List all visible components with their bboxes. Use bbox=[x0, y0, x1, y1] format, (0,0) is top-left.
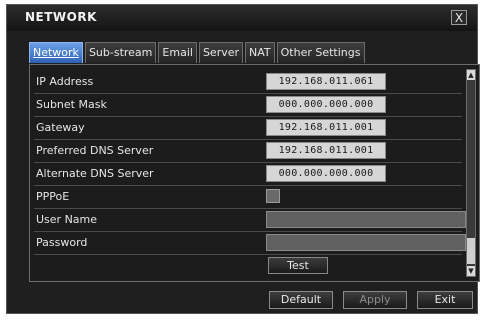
alternate-dns-label: Alternate DNS Server bbox=[36, 167, 154, 180]
tab-network[interactable]: Network bbox=[29, 42, 83, 63]
subnet-mask-row: Subnet Mask 000.000.000.000 bbox=[34, 94, 462, 117]
test-row: Test bbox=[34, 255, 462, 277]
apply-button[interactable]: Apply bbox=[343, 291, 407, 309]
user-name-label: User Name bbox=[36, 213, 98, 226]
window-title: NETWORK bbox=[25, 10, 97, 24]
preferred-dns-row: Preferred DNS Server 192.168.011.001 bbox=[34, 140, 462, 163]
tab-nat[interactable]: NAT bbox=[245, 42, 275, 63]
ip-address-input[interactable]: 192.168.011.061 bbox=[266, 73, 386, 90]
password-row: Password bbox=[34, 232, 466, 255]
tab-email[interactable]: Email bbox=[158, 42, 197, 63]
preferred-dns-label: Preferred DNS Server bbox=[36, 144, 154, 157]
subnet-mask-input[interactable]: 000.000.000.000 bbox=[266, 96, 386, 113]
gateway-label: Gateway bbox=[36, 121, 85, 134]
user-name-input[interactable] bbox=[266, 211, 466, 228]
ip-address-label: IP Address bbox=[36, 75, 94, 88]
tab-sub-stream[interactable]: Sub-stream bbox=[84, 42, 157, 63]
gateway-input[interactable]: 192.168.011.001 bbox=[266, 119, 386, 136]
pppoe-checkbox[interactable] bbox=[266, 189, 280, 203]
ip-address-row: IP Address 192.168.011.061 bbox=[34, 71, 462, 94]
scroll-thumb[interactable] bbox=[467, 238, 475, 264]
alternate-dns-input[interactable]: 000.000.000.000 bbox=[266, 165, 386, 182]
gateway-row: Gateway 192.168.011.001 bbox=[34, 117, 462, 140]
title-bar: NETWORK X bbox=[7, 5, 477, 31]
password-label: Password bbox=[36, 236, 88, 249]
test-button[interactable]: Test bbox=[268, 257, 328, 274]
preferred-dns-input[interactable]: 192.168.011.001 bbox=[266, 142, 386, 159]
tab-other-settings[interactable]: Other Settings bbox=[276, 42, 365, 63]
network-dialog: NETWORK X Network Sub-stream Email Serve… bbox=[6, 4, 480, 314]
exit-button[interactable]: Exit bbox=[417, 291, 473, 309]
tab-bar: Network Sub-stream Email Server NAT Othe… bbox=[29, 42, 367, 64]
scrollbar[interactable]: ▲ ▼ bbox=[466, 69, 476, 277]
scroll-up-icon[interactable]: ▲ bbox=[467, 70, 475, 80]
password-input[interactable] bbox=[266, 234, 466, 251]
pppoe-label: PPPoE bbox=[36, 190, 70, 203]
pppoe-row: PPPoE bbox=[34, 186, 462, 209]
scroll-down-icon[interactable]: ▼ bbox=[467, 266, 475, 276]
tab-server[interactable]: Server bbox=[198, 42, 244, 63]
user-name-row: User Name bbox=[34, 209, 466, 232]
default-button[interactable]: Default bbox=[269, 291, 333, 309]
close-button[interactable]: X bbox=[451, 10, 467, 25]
alternate-dns-row: Alternate DNS Server 000.000.000.000 bbox=[34, 163, 462, 186]
subnet-mask-label: Subnet Mask bbox=[36, 98, 107, 111]
settings-panel: IP Address 192.168.011.061 Subnet Mask 0… bbox=[29, 64, 480, 282]
